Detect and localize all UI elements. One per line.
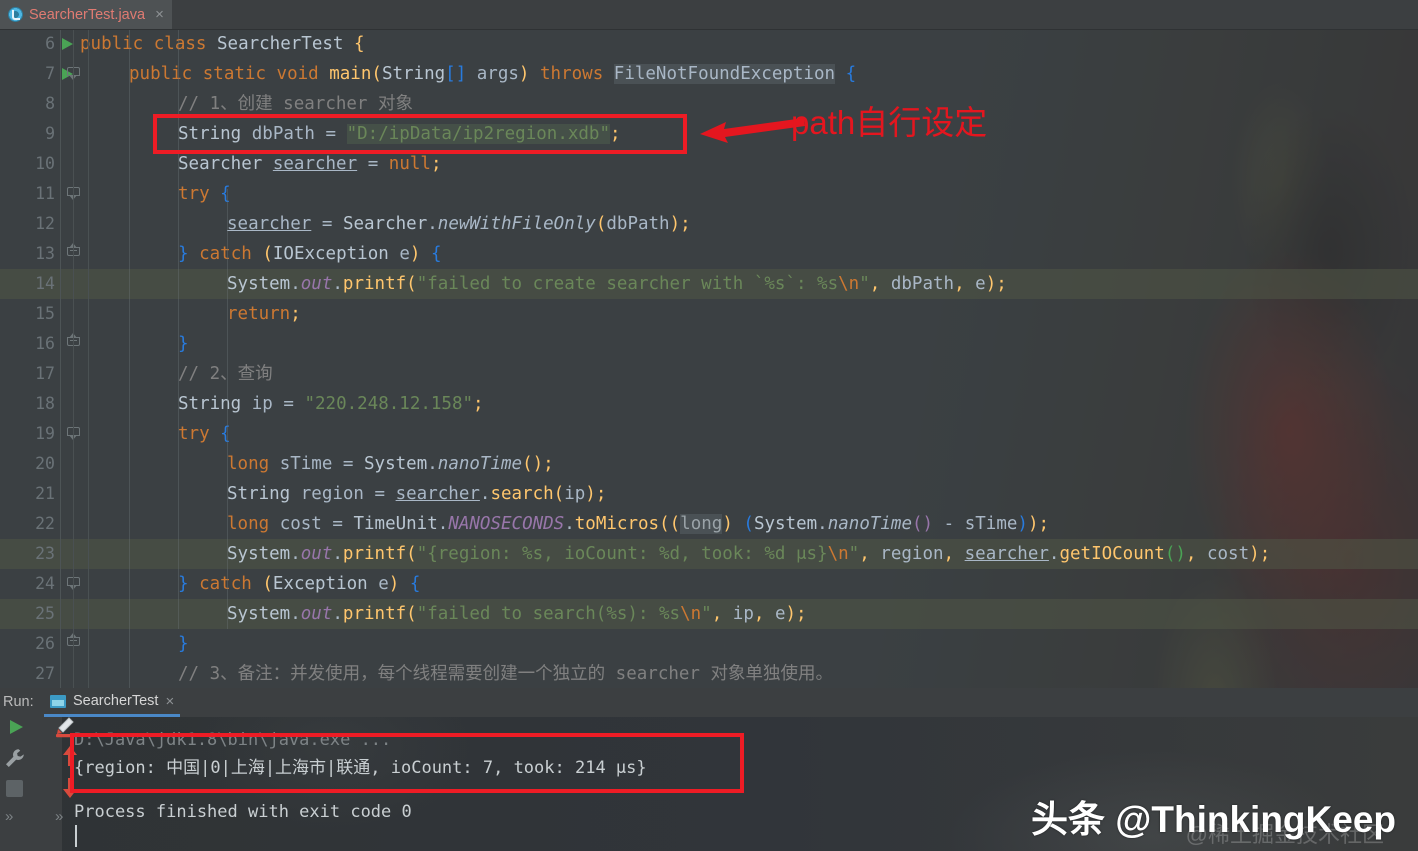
close-icon[interactable]: × [165,694,174,709]
code-line[interactable]: 22 long cost = TimeUnit.NANOSECONDS.toMi… [0,509,1418,539]
line-number: 17 [35,364,55,383]
java-class-icon [8,7,23,22]
line-number: 7 [45,64,55,83]
gutter-divider-right [88,29,89,688]
soft-wrap-button[interactable] [54,714,78,738]
line-number: 13 [35,244,55,263]
soft-wrap-pencil-icon [56,717,75,738]
line-number: 18 [35,394,55,413]
wrench-icon [6,749,24,767]
line-number: 15 [35,304,55,323]
ide-window: SearcherTest.java × 6 public class Searc… [0,0,1418,851]
close-icon[interactable]: × [155,7,164,22]
line-number: 14 [35,274,55,293]
arrow-up-icon [63,746,77,766]
code-line[interactable]: 19 try { [0,419,1418,449]
rerun-button[interactable] [4,715,28,739]
run-tool-window-header: Run: SearcherTest × [0,688,1418,717]
line-number: 27 [35,664,55,683]
console-icon [50,694,66,708]
console-line-result: {region: 中国|0|上海|上海市|联通, ioCount: 7, too… [74,758,647,778]
code-line[interactable]: 6 public class SearcherTest { [0,29,1418,59]
code-line[interactable]: 7 public static void main(String[] args)… [0,59,1418,89]
code-line[interactable]: 18 String ip = "220.248.12.158"; [0,389,1418,419]
line-number: 20 [35,454,55,473]
prev-occurrence-button[interactable] [58,744,82,768]
line-number: 21 [35,484,55,503]
code-line[interactable]: 21 String region = searcher.search(ip); [0,479,1418,509]
run-gutter-icon[interactable] [62,38,73,50]
console-caret [75,825,77,847]
code-line[interactable]: 24 } catch (Exception e) { [0,569,1418,599]
line-number: 6 [45,34,55,53]
code-fold-rail [73,29,74,688]
console-line-exit: Process finished with exit code 0 [74,802,412,822]
code-line[interactable]: 14 System.out.printf("failed to create s… [0,269,1418,299]
line-number: 26 [35,634,55,653]
editor-tab-label: SearcherTest.java [29,6,146,23]
annotation-label: path自行设定 [791,104,988,141]
line-number: 16 [35,334,55,353]
gutter-divider-left [60,29,61,688]
next-occurrence-button[interactable] [58,776,82,800]
expand-right-chevrons-icon[interactable]: » [55,808,63,825]
run-tab-label: SearcherTest [73,693,159,709]
line-number: 10 [35,154,55,173]
line-number: 24 [35,574,55,593]
line-number: 25 [35,604,55,623]
indent-guide [178,29,179,629]
code-line[interactable]: 10 Searcher searcher = null; [0,149,1418,179]
stop-button[interactable] [6,780,23,797]
console-line-command: D:\Java\jdk1.8\bin\java.exe ... [74,730,392,750]
indent-guide [227,189,228,629]
code-line[interactable]: 12 searcher = Searcher.newWithFileOnly(d… [0,209,1418,239]
line-number: 12 [35,214,55,233]
code-line[interactable]: 20 long sTime = System.nanoTime(); [0,449,1418,479]
line-number: 22 [35,514,55,533]
expand-left-chevrons-icon[interactable]: » [5,808,13,825]
editor-tab-bar: SearcherTest.java × [0,0,1418,30]
code-line[interactable]: 23 System.out.printf("{region: %s, ioCou… [0,539,1418,569]
line-number: 8 [45,94,55,113]
editor-tab-searchertest[interactable]: SearcherTest.java × [0,0,172,29]
line-number: 9 [45,124,55,143]
line-number: 19 [35,424,55,443]
code-line[interactable]: 15 return; [0,299,1418,329]
arrow-down-icon [63,778,77,798]
code-line[interactable]: 27 // 3、备注：并发使用，每个线程需要创建一个独立的 searcher 对… [0,659,1418,688]
run-configuration-tab[interactable]: SearcherTest × [44,688,181,717]
indent-guide [129,29,130,688]
settings-button[interactable] [3,746,27,770]
code-line[interactable]: 16 } [0,329,1418,359]
code-line[interactable]: 13 } catch (IOException e) { [0,239,1418,269]
run-window-label: Run: [3,694,34,710]
code-line[interactable]: 26 } [0,629,1418,659]
code-line[interactable]: 17 // 2、查询 [0,359,1418,389]
line-number: 11 [35,184,55,203]
code-line[interactable]: 25 System.out.printf("failed to search(%… [0,599,1418,629]
code-line[interactable]: 11 try { [0,179,1418,209]
line-number: 23 [35,544,55,563]
watermark: 头条 @ThinkingKeep [1031,799,1396,840]
